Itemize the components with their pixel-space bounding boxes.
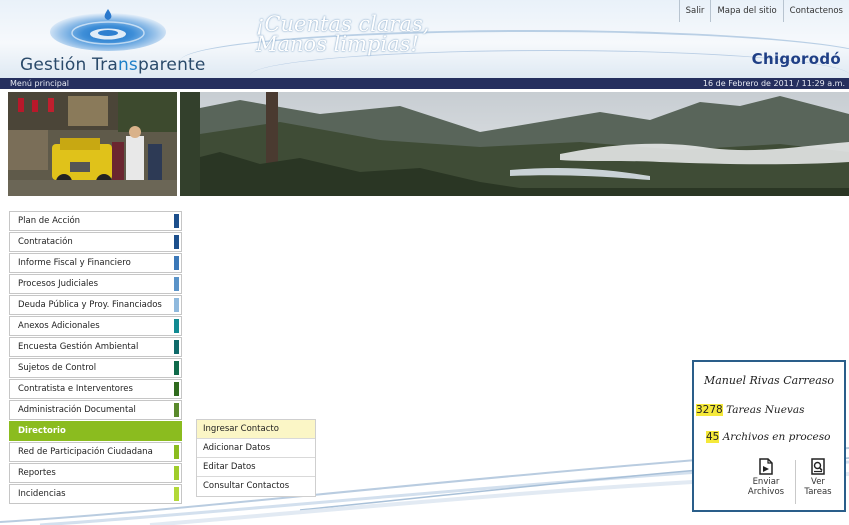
menu-item-label: Plan de Acción [18,216,81,226]
side-menu: Plan de Acción Contratación Informe Fisc… [9,211,182,505]
slogan-line: ¡Cuentas claras, [256,12,430,36]
menu-item-label: Informe Fiscal y Financiero [18,258,131,268]
send-files-label-line: Enviar [752,477,780,487]
files-in-process-count: 45 [706,431,720,443]
view-tasks-button[interactable]: Ver Tareas [798,458,838,497]
new-tasks-count: 3278 [696,404,723,416]
menu-item-administracion-documental[interactable]: Administración Documental [9,400,182,420]
landscape-photo-image [180,92,849,196]
menu-item-label: Deuda Pública y Proy. Financiados [18,300,162,310]
menu-item-label: Reportes [18,468,56,478]
menu-item-reportes[interactable]: Reportes [9,463,182,483]
files-in-process-summary: 45 Archivos en proceso [706,431,830,443]
menu-item-color-tab [174,487,179,501]
menu-item-deuda-publica[interactable]: Deuda Pública y Proy. Financiados [9,295,182,315]
slogan-line: Manos limpias! [256,32,419,56]
menu-item-contratacion[interactable]: Contratación [9,232,182,252]
send-files-label-line: Archivos [747,487,785,497]
menu-item-label: Red de Participación Ciudadana [18,447,153,457]
submenu-item-adicionar-datos[interactable]: Adicionar Datos [197,439,315,458]
directorio-submenu: Ingresar Contacto Adicionar Datos Editar… [196,419,316,497]
municipality-name: Chigorodó [751,50,841,68]
view-tasks-label-line: Tareas [804,487,832,497]
send-files-button[interactable]: Enviar Archivos [738,458,794,497]
brand-text-part: parente [138,55,206,75]
submenu-item-ingresar-contacto[interactable]: Ingresar Contacto [197,420,315,439]
slogan: ¡Cuentas claras, Manos limpias! [256,12,456,56]
menu-item-color-tab [174,319,179,333]
files-in-process-label: Archivos en proceso [719,431,831,443]
menu-item-color-tab [174,214,179,228]
menu-item-color-tab [174,256,179,270]
menu-item-color-tab [174,445,179,459]
water-drop-logo-icon [50,9,166,51]
main-menu-bar: Menú principal 16 de Febrero de 2011 / 1… [0,78,849,89]
menu-item-label: Contratación [18,237,73,247]
brand-text-part: Gestión Tra [20,55,118,75]
menu-item-encuesta-gestion-ambiental[interactable]: Encuesta Gestión Ambiental [9,337,182,357]
menu-item-label: Sujetos de Control [18,363,97,373]
main-menu-label: Menú principal [10,79,69,88]
menu-item-color-tab [174,340,179,354]
town-photo-image [8,92,177,196]
menu-item-anexos-adicionales[interactable]: Anexos Adicionales [9,316,182,336]
brand-text-highlight: ns [117,55,138,75]
new-tasks-summary: 3278 Tareas Nuevas [696,404,804,416]
menu-item-label: Contratista e Interventores [18,384,133,394]
menu-item-procesos-judiciales[interactable]: Procesos Judiciales [9,274,182,294]
menu-item-color-tab [174,361,179,375]
menu-item-label: Incidencias [18,489,66,499]
menu-item-contratista-interventores[interactable]: Contratista e Interventores [9,379,182,399]
contact-link[interactable]: Contactenos [782,0,849,22]
menu-item-label: Procesos Judiciales [18,279,99,289]
menu-item-color-tab [174,298,179,312]
current-datetime: 16 de Febrero de 2011 / 11:29 a.m. [702,79,845,88]
user-name: Manuel Rivas Carreaso [703,374,835,387]
landscape-photo [180,92,849,196]
menu-item-plan-de-accion[interactable]: Plan de Acción [9,211,182,231]
menu-item-informe-fiscal[interactable]: Informe Fiscal y Financiero [9,253,182,273]
view-tasks-icon [811,458,825,475]
site-header: Gestión Transparente ¡Cuentas claras, Ma… [0,0,849,78]
submenu-item-editar-datos[interactable]: Editar Datos [197,458,315,477]
view-tasks-label-line: Ver [811,477,825,487]
menu-item-sujetos-de-control[interactable]: Sujetos de Control [9,358,182,378]
sitemap-link[interactable]: Mapa del sitio [710,0,782,22]
menu-item-label: Anexos Adicionales [18,321,100,331]
brand-logo-text[interactable]: Gestión Transparente [20,55,206,75]
menu-item-label: Directorio [18,426,66,436]
town-photo [8,92,177,196]
menu-item-directorio[interactable]: Directorio [9,421,182,441]
panel-divider [795,460,796,504]
new-tasks-label: Tareas Nuevas [722,404,805,416]
menu-item-color-tab [174,466,179,480]
user-panel: Manuel Rivas Carreaso 3278 Tareas Nuevas… [692,360,846,512]
menu-item-incidencias[interactable]: Incidencias [9,484,182,504]
logout-link[interactable]: Salir [678,0,711,22]
menu-item-color-tab [174,235,179,249]
menu-item-label: Encuesta Gestión Ambiental [18,342,139,352]
menu-item-red-participacion[interactable]: Red de Participación Ciudadana [9,442,182,462]
menu-item-label: Administración Documental [18,405,136,415]
send-file-icon [759,458,773,475]
menu-item-color-tab [174,277,179,291]
menu-item-color-tab [174,382,179,396]
top-links: Salir Mapa del sitio Contactenos [678,0,849,22]
menu-item-color-tab [174,403,179,417]
submenu-item-consultar-contactos[interactable]: Consultar Contactos [197,477,315,496]
